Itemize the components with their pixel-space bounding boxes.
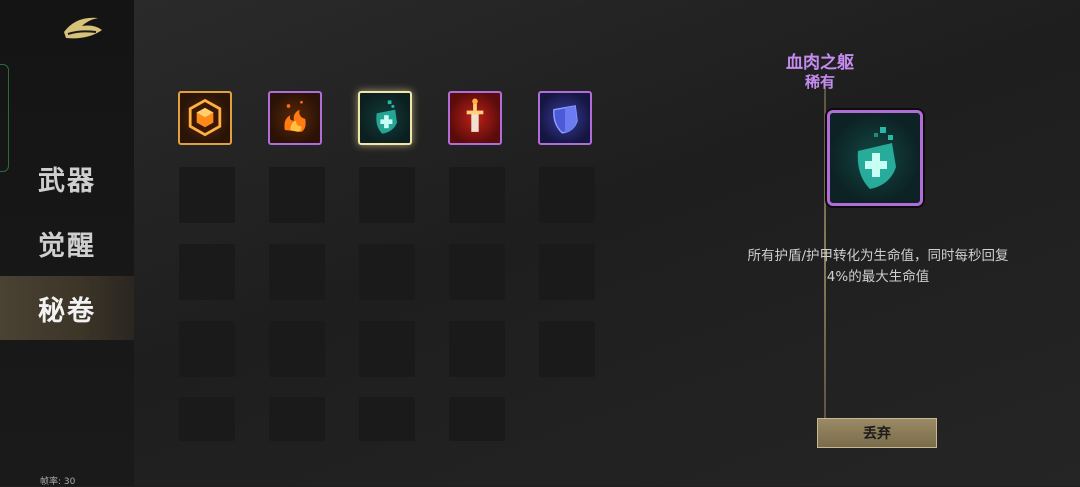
inventory-slot-empty[interactable] <box>449 244 505 300</box>
sidebar-item-label: 觉醒 <box>38 230 96 262</box>
blue-shield-icon <box>553 105 578 134</box>
fire-fist-icon <box>284 100 306 132</box>
cross-shield-icon <box>376 100 398 134</box>
inventory-panel <box>134 0 1080 486</box>
sidebar-item-scrolls[interactable]: 秘卷 <box>0 276 134 340</box>
item-rarity: 稀有 <box>804 73 835 91</box>
sword-icon <box>466 98 484 132</box>
inventory-slot-empty[interactable] <box>449 397 505 441</box>
inventory-slot-empty[interactable] <box>269 397 325 441</box>
sidebar-item-label: 武器 <box>38 165 96 197</box>
inventory-slot-empty[interactable] <box>449 321 505 377</box>
inventory-slot-fire-fist[interactable] <box>268 91 322 145</box>
inventory-slot-empty[interactable] <box>269 244 325 300</box>
inventory-slot-empty[interactable] <box>179 167 235 223</box>
inventory-slot-cross-shield[interactable] <box>358 91 412 145</box>
inventory-slot-empty[interactable] <box>179 321 235 377</box>
item-detail-icon <box>827 110 923 206</box>
item-name: 血肉之躯 <box>786 53 854 73</box>
inventory-slot-empty[interactable] <box>449 167 505 223</box>
inventory-slot-empty[interactable] <box>539 321 595 377</box>
inventory-slot-empty[interactable] <box>179 397 235 441</box>
sidebar-item-weapons[interactable]: 武器 <box>0 146 134 210</box>
hexagon-gem-icon <box>188 98 222 137</box>
inventory-slot-blue-shield[interactable] <box>538 91 592 145</box>
inventory-slot-empty[interactable] <box>179 244 235 300</box>
inventory-slot-empty[interactable] <box>359 244 415 300</box>
inventory-slot-empty[interactable] <box>539 244 595 300</box>
inventory-slot-empty[interactable] <box>269 167 325 223</box>
inventory-slot-empty[interactable] <box>269 321 325 377</box>
cross-shield-icon <box>857 127 896 189</box>
inventory-slot-empty[interactable] <box>359 321 415 377</box>
inventory-slot-empty[interactable] <box>359 397 415 441</box>
fps-counter: 帧率: 30 <box>40 477 76 487</box>
sidebar: 武器 觉醒 秘卷 帧率: 30 <box>0 0 134 487</box>
item-description: 所有护盾/护甲转化为生命值，同时每秒回复4%的最大生命值 <box>747 248 1009 285</box>
game-logo <box>64 17 102 39</box>
inventory-slot-empty[interactable] <box>539 167 595 223</box>
sidebar-item-label: 秘卷 <box>38 295 96 327</box>
inventory-slot-hexagon-gem[interactable] <box>178 91 232 145</box>
discard-button[interactable]: 丢弃 <box>817 418 937 448</box>
inventory-slot-red-sword[interactable] <box>448 91 502 145</box>
sidebar-item-awaken[interactable]: 觉醒 <box>0 211 134 275</box>
inventory-slot-empty[interactable] <box>359 167 415 223</box>
